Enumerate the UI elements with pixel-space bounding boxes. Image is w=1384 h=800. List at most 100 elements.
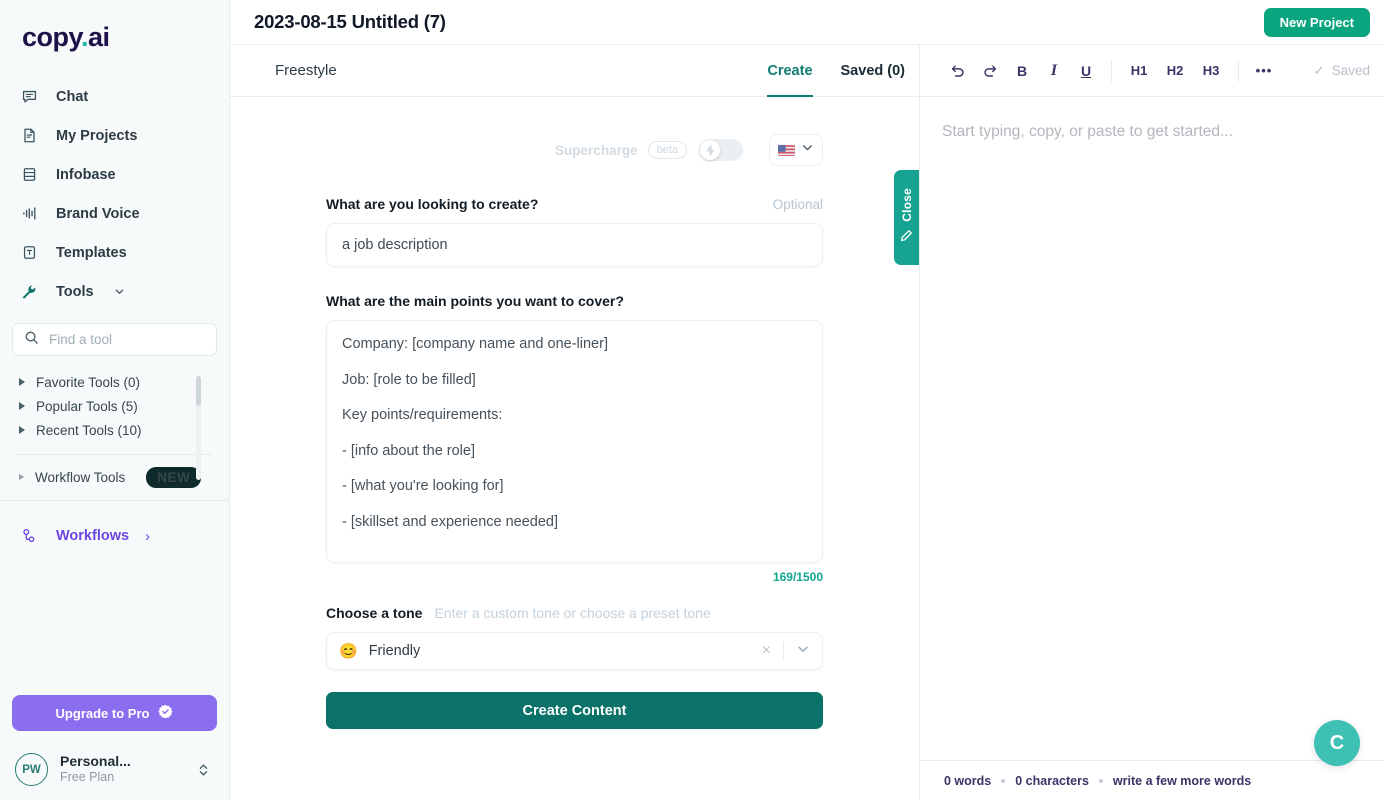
document-icon (18, 125, 40, 147)
sidebar-nav: Chat My Projects Infobase Brand Voice Te… (0, 71, 229, 311)
field2-label: What are the main points you want to cov… (326, 293, 624, 309)
tools-scrollbar-thumb[interactable] (196, 376, 201, 406)
sidebar-item-my-projects[interactable]: My Projects (0, 116, 229, 155)
sidebar: copy.ai Chat My Projects Infobase Brand … (0, 0, 230, 800)
field1-label-row: What are you looking to create? Optional (326, 196, 823, 212)
supercharge-row: Supercharge beta (326, 134, 823, 166)
sidebar-item-label: Infobase (56, 166, 116, 183)
supercharge-toggle[interactable] (699, 139, 743, 161)
verified-badge-icon (158, 704, 173, 722)
clear-tone-icon[interactable]: × (762, 643, 771, 659)
page-title: 2023-08-15 Untitled (7) (254, 11, 446, 32)
search-input[interactable] (49, 332, 205, 347)
chevron-down-icon (801, 141, 814, 159)
textarea-line: - [what you're looking for] (342, 478, 504, 494)
undo-icon[interactable] (942, 55, 974, 87)
main-area: 2023-08-15 Untitled (7) New Project Free… (230, 0, 1384, 800)
database-icon (18, 164, 40, 186)
tone-header: Choose a tone Enter a custom tone or cho… (326, 605, 823, 621)
logo-dot: . (81, 22, 89, 52)
sidebar-item-templates[interactable]: Templates (0, 233, 229, 272)
account-plan: Free Plan (60, 770, 115, 785)
divider (16, 454, 213, 455)
account-info: Personal... Free Plan (60, 753, 131, 785)
underline-button[interactable]: U (1070, 55, 1102, 87)
editor-placeholder: Start typing, copy, or paste to get star… (942, 123, 1233, 140)
chevron-down-icon[interactable] (796, 642, 810, 661)
field1-optional-tag: Optional (772, 197, 823, 212)
main-points-textarea[interactable]: Company: [company name and one-liner] Jo… (326, 320, 823, 563)
tab-saved[interactable]: Saved (0) (841, 45, 905, 96)
create-content-button[interactable]: Create Content (326, 692, 823, 729)
workflow-icon (18, 525, 40, 547)
sidebar-item-label: Chat (56, 88, 89, 105)
editor-panel: B I U H1 H2 H3 ••• ✓ Saved Start typing,… (920, 45, 1384, 800)
tab-create[interactable]: Create (767, 45, 813, 97)
character-counter: 169/1500 (772, 570, 823, 584)
editor-content[interactable]: Start typing, copy, or paste to get star… (920, 97, 1384, 760)
separator-dot (1001, 778, 1006, 783)
textarea-line: Job: [role to be filled] (342, 371, 476, 388)
triangle-right-icon (19, 426, 25, 434)
tone-label: Choose a tone (326, 605, 423, 621)
copyai-assistant-button[interactable]: C (1314, 720, 1360, 766)
upgrade-to-pro-button[interactable]: Upgrade to Pro (12, 695, 217, 731)
sidebar-item-brand-voice[interactable]: Brand Voice (0, 194, 229, 233)
close-editor-tab[interactable]: Close (894, 170, 919, 265)
textarea-line: Key points/requirements: (342, 407, 503, 423)
sidebar-item-label: Brand Voice (56, 205, 140, 222)
heading3-button[interactable]: H3 (1193, 55, 1229, 87)
sidebar-item-label: Workflows (56, 528, 130, 544)
sidebar-item-chat[interactable]: Chat (0, 77, 229, 116)
pencil-icon (900, 229, 913, 247)
logo-text: copy.ai (22, 22, 229, 53)
textarea-line: - [skillset and experience needed] (342, 513, 559, 530)
form-body: Supercharge beta What are you looking to… (230, 97, 919, 800)
check-icon: ✓ (1313, 62, 1325, 78)
beta-badge: beta (647, 141, 687, 159)
redo-icon[interactable] (974, 55, 1006, 87)
form-header: Freestyle Create Saved (0) (230, 45, 919, 97)
sidebar-item-tools[interactable]: Tools (0, 272, 229, 311)
heading1-button[interactable]: H1 (1121, 55, 1157, 87)
sidebar-item-workflows[interactable]: Workflows › (0, 515, 229, 557)
new-project-button[interactable]: New Project (1263, 7, 1370, 37)
close-tab-label: Close (899, 188, 914, 222)
tool-group-label: Favorite Tools (0) (36, 374, 141, 390)
divider (783, 642, 784, 660)
save-status: ✓ Saved (1313, 63, 1370, 79)
sidebar-item-label: Templates (56, 244, 127, 261)
editor-toolbar: B I U H1 H2 H3 ••• ✓ Saved (920, 45, 1384, 97)
create-what-input[interactable] (326, 223, 823, 267)
heading2-button[interactable]: H2 (1157, 55, 1193, 87)
tone-select[interactable]: 😊 Friendly × (326, 632, 823, 670)
divider (0, 500, 229, 501)
tone-value: Friendly (368, 643, 421, 659)
supercharge-label: Supercharge (555, 142, 638, 158)
more-options-icon[interactable]: ••• (1248, 55, 1280, 87)
lightning-bolt-icon (700, 140, 720, 160)
textarea-line: - [info about the role] (342, 442, 475, 459)
template-icon (18, 242, 40, 264)
triangle-right-icon (19, 378, 25, 386)
bold-button[interactable]: B (1006, 55, 1038, 87)
account-switcher[interactable]: PW Personal... Free Plan (12, 753, 217, 786)
form-tabs: Create Saved (0) (767, 45, 905, 97)
sidebar-item-infobase[interactable]: Infobase (0, 155, 229, 194)
divider (1238, 59, 1239, 82)
italic-button[interactable]: I (1038, 55, 1070, 87)
content-split: Freestyle Create Saved (0) Supercharge b… (230, 45, 1384, 800)
writing-hint: write a few more words (1112, 773, 1252, 788)
language-selector[interactable] (769, 134, 823, 166)
tone-hint: Enter a custom tone or choose a preset t… (434, 605, 711, 621)
app-logo[interactable]: copy.ai (0, 0, 229, 71)
triangle-right-icon (19, 402, 25, 410)
chevron-updown-icon (198, 762, 209, 778)
top-bar: 2023-08-15 Untitled (7) New Project (230, 0, 1384, 45)
waveform-icon (18, 203, 40, 225)
tool-search[interactable] (12, 323, 217, 356)
new-badge: NEW (146, 466, 202, 488)
separator-dot (1098, 778, 1103, 783)
logo-suffix: ai (88, 22, 110, 52)
chevron-down-icon (114, 286, 125, 297)
